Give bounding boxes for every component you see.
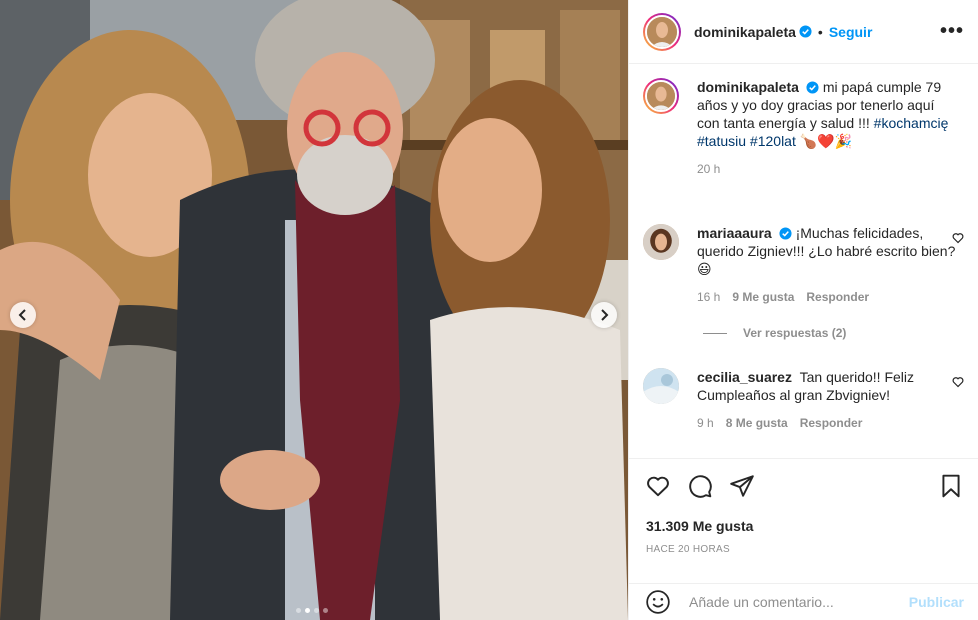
comments-list: dominikapaleta mi papá cumple 79 años y … [629, 64, 978, 459]
carousel-indicator [296, 608, 328, 613]
carousel-dot [296, 608, 301, 613]
follow-button[interactable]: Seguir [829, 24, 873, 40]
heart-icon[interactable] [645, 473, 671, 499]
like-comment-heart-icon[interactable] [952, 232, 964, 244]
author-avatar[interactable] [643, 12, 681, 51]
comment-username[interactable]: mariaaaura [697, 225, 772, 241]
next-photo-button[interactable] [591, 302, 617, 328]
author-username[interactable]: dominikapaleta [694, 24, 796, 40]
post-timestamp[interactable]: HACE 20 HORAS [646, 544, 730, 555]
photo-image [0, 0, 628, 620]
bookmark-icon[interactable] [938, 473, 964, 499]
view-replies-button[interactable]: Ver respuestas (2) [703, 326, 846, 340]
publish-button[interactable]: Publicar [909, 594, 964, 610]
replies-divider [703, 332, 727, 334]
separator-dot: • [817, 23, 823, 40]
caption-username[interactable]: dominikapaleta [697, 79, 799, 95]
chevron-right-icon [601, 309, 609, 321]
caption-avatar[interactable] [643, 78, 679, 114]
caption: dominikapaleta mi papá cumple 79 años y … [643, 78, 964, 178]
comment-item: cecilia_suarez Tan querido!! Feliz Cumpl… [643, 368, 964, 432]
post-actions [645, 472, 964, 500]
comment-composer: Publicar [629, 583, 978, 620]
view-replies-label: Ver respuestas (2) [743, 326, 847, 340]
post-dialog: dominikapaleta • Seguir ••• dominikapale… [0, 0, 978, 620]
post-side-panel: dominikapaleta • Seguir ••• dominikapale… [628, 0, 978, 620]
verified-badge-icon [806, 81, 819, 94]
previous-photo-button[interactable] [10, 302, 36, 328]
caption-time[interactable]: 20 h [697, 160, 720, 178]
reply-button[interactable]: Responder [800, 414, 863, 432]
comment-username[interactable]: cecilia_suarez [697, 369, 792, 385]
caption-emojis: 🍗❤️🎉 [799, 133, 853, 149]
comment-likes[interactable]: 8 Me gusta [726, 414, 788, 432]
more-options-icon[interactable]: ••• [940, 20, 964, 43]
likes-count[interactable]: 31.309 Me gusta [646, 518, 753, 534]
commenter-avatar[interactable] [643, 368, 679, 404]
verified-badge-icon [779, 227, 792, 240]
chevron-left-icon [18, 309, 26, 321]
emoji-icon[interactable] [645, 589, 671, 615]
carousel-dot [314, 608, 319, 613]
share-icon[interactable] [729, 473, 755, 499]
carousel-dot [323, 608, 328, 613]
verified-badge-icon [799, 25, 812, 38]
reply-button[interactable]: Responder [806, 288, 869, 306]
carousel-dot-active [305, 608, 310, 613]
comment-likes[interactable]: 9 Me gusta [732, 288, 794, 306]
like-comment-heart-icon[interactable] [952, 376, 964, 388]
post-header: dominikapaleta • Seguir ••• [629, 0, 978, 64]
comment-time[interactable]: 9 h [697, 414, 714, 432]
comment-input[interactable] [687, 593, 909, 611]
comment-time[interactable]: 16 h [697, 288, 720, 306]
commenter-avatar[interactable] [643, 224, 679, 260]
comment-icon[interactable] [687, 473, 713, 499]
comment-item: mariaaaura ¡Muchas felicidades, querido … [643, 224, 964, 306]
post-photo[interactable] [0, 0, 628, 620]
